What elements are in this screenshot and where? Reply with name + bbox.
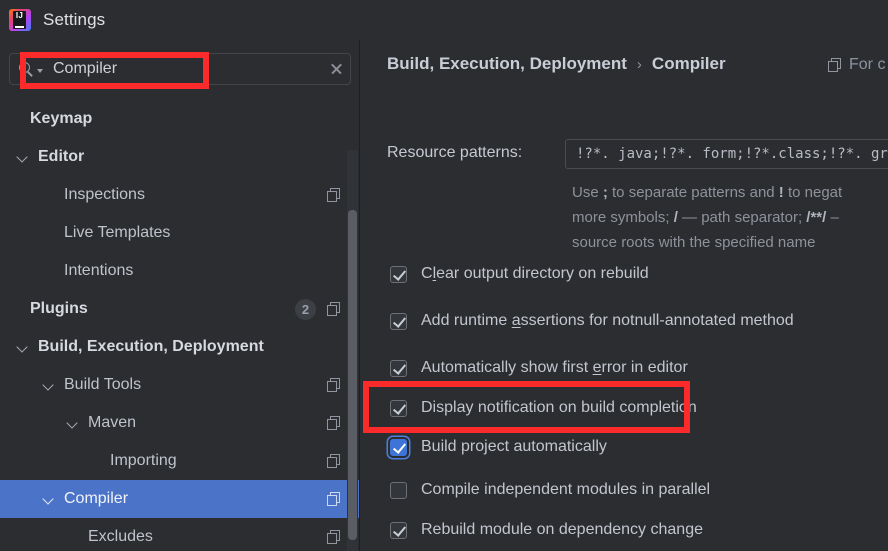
- sidebar-item-editor[interactable]: Editor: [0, 138, 360, 176]
- checkbox-row-build-project-automatically[interactable]: Build project automatically: [390, 438, 607, 456]
- settings-tree: Keymap Editor Inspections Live Templates Int…: [0, 100, 360, 551]
- scope-selector[interactable]: For c: [828, 56, 885, 74]
- copy-icon[interactable]: [327, 377, 342, 393]
- hint-line-2: more symbols; / — path separator; /**/ –: [572, 209, 839, 226]
- window-title: Settings: [43, 10, 106, 29]
- copy-icon[interactable]: [327, 453, 342, 469]
- resource-patterns-hint: Use ; to separate patterns and ! to nega…: [572, 180, 888, 255]
- sidebar-item-live-templates[interactable]: Live Templates: [0, 214, 360, 252]
- settings-window: IJ Settings Compiler Keymap Editor Inspect…: [0, 0, 888, 551]
- sidebar-item-badge: 2: [295, 298, 316, 320]
- checkbox-clear-output-directory-on[interactable]: [390, 265, 407, 283]
- sidebar-item-label: Excludes: [88, 528, 153, 545]
- checkbox-display-notification-on-build[interactable]: [390, 399, 407, 417]
- checkbox-row-clear-output-directory-on[interactable]: Clear output directory on rebuild: [390, 265, 649, 283]
- mnemonic-letter: e: [592, 359, 602, 376]
- breadcrumb: Build, Execution, Deployment › Compiler: [387, 54, 726, 74]
- sidebar-item-label: Plugins: [30, 300, 88, 317]
- sidebar-item-compiler[interactable]: Compiler: [0, 480, 360, 518]
- chevron-down-icon[interactable]: [16, 150, 30, 164]
- sidebar-item-importing[interactable]: Importing: [0, 442, 360, 480]
- close-icon[interactable]: [322, 54, 350, 84]
- settings-search-field[interactable]: Compiler: [9, 53, 351, 85]
- checkbox-row-compile-independent-modules-in[interactable]: Compile independent modules in parallel: [390, 481, 710, 499]
- sidebar-item-intentions[interactable]: Intentions: [0, 252, 360, 290]
- copy-icon[interactable]: [327, 187, 342, 203]
- chevron-down-icon[interactable]: [66, 416, 80, 430]
- sidebar-item-label: Build, Execution, Deployment: [38, 338, 264, 355]
- checkbox-row-automatically-show-first-error[interactable]: Automatically show first error in editor: [390, 359, 688, 377]
- copy-icon: [828, 57, 843, 73]
- search-icon[interactable]: [19, 61, 36, 78]
- resource-patterns-input[interactable]: !?*. java;!?*. form;!?*.class;!?*. gro: [565, 139, 888, 169]
- sidebar-item-build-tools[interactable]: Build Tools: [0, 366, 360, 404]
- resource-patterns-label: Resource patterns:: [387, 144, 523, 161]
- sidebar-item-keymap[interactable]: Keymap: [0, 100, 360, 138]
- breadcrumb-leaf: Compiler: [651, 54, 726, 73]
- sidebar-item-inspections[interactable]: Inspections: [0, 176, 360, 214]
- checkbox-rebuild-module-on-dependency[interactable]: [390, 521, 407, 539]
- search-input[interactable]: Compiler: [53, 60, 322, 78]
- sidebar-item-build-execution-deployment[interactable]: Build, Execution, Deployment: [0, 328, 360, 366]
- chevron-down-icon[interactable]: [37, 69, 43, 73]
- settings-sidebar: Compiler Keymap Editor Inspections Live Tem…: [0, 40, 360, 551]
- breadcrumb-root[interactable]: Build, Execution, Deployment: [387, 54, 627, 74]
- hint-line-3: source roots with the specified name: [572, 234, 816, 251]
- hint-line-1: Use ; to separate patterns and ! to nega…: [572, 184, 843, 201]
- checkbox-label: Rebuild module on dependency change: [421, 521, 703, 538]
- checkbox-build-project-automatically[interactable]: [390, 438, 407, 456]
- checkbox-label: Add runtime assertions for notnull-annot…: [421, 312, 794, 329]
- copy-icon[interactable]: [327, 529, 342, 545]
- copy-icon[interactable]: [327, 491, 342, 507]
- title-bar: IJ Settings: [0, 0, 888, 40]
- sidebar-item-label: Inspections: [64, 186, 145, 203]
- checkbox-label: Clear output directory on rebuild: [421, 265, 649, 282]
- copy-icon[interactable]: [327, 415, 342, 431]
- sidebar-item-label: Editor: [38, 148, 85, 165]
- resource-patterns-row: Resource patterns:: [387, 144, 522, 162]
- chevron-down-icon[interactable]: [16, 340, 30, 354]
- sidebar-item-label: Live Templates: [64, 224, 171, 241]
- chevron-down-icon[interactable]: [42, 492, 56, 506]
- copy-icon[interactable]: [327, 301, 342, 317]
- sidebar-item-maven[interactable]: Maven: [0, 404, 360, 442]
- sidebar-scrollbar-thumb[interactable]: [348, 210, 357, 540]
- scope-label: For c: [849, 56, 886, 73]
- checkbox-label: Compile independent modules in parallel: [421, 481, 711, 498]
- checkbox-label: Automatically show first error in editor: [421, 359, 688, 376]
- sidebar-item-excludes[interactable]: Excludes: [0, 518, 360, 551]
- chevron-down-icon[interactable]: [42, 378, 56, 392]
- sidebar-item-label: Intentions: [64, 262, 134, 279]
- checkbox-row-add-runtime-assertions-for[interactable]: Add runtime assertions for notnull-annot…: [390, 312, 794, 330]
- sidebar-item-label: Importing: [110, 452, 177, 469]
- breadcrumb-separator-icon: ›: [636, 55, 642, 73]
- mnemonic-letter: a: [511, 312, 521, 329]
- sidebar-item-label: Build Tools: [64, 376, 142, 393]
- checkbox-label: Build project automatically: [421, 438, 607, 455]
- checkbox-add-runtime-assertions-for[interactable]: [390, 312, 407, 330]
- sidebar-item-label: Maven: [88, 414, 137, 431]
- compiler-settings-panel: Build, Execution, Deployment › Compiler …: [360, 40, 888, 551]
- intellij-idea-logo-icon: IJ: [9, 9, 31, 31]
- checkbox-label: Display notification on build completion: [421, 399, 697, 416]
- sidebar-item-label: Compiler: [64, 490, 129, 507]
- sidebar-item-plugins[interactable]: Plugins 2: [0, 290, 360, 328]
- sidebar-item-label: Keymap: [30, 110, 93, 127]
- checkbox-automatically-show-first-error[interactable]: [390, 359, 407, 377]
- checkbox-row-rebuild-module-on-dependency[interactable]: Rebuild module on dependency change: [390, 521, 703, 539]
- checkbox-row-display-notification-on-build[interactable]: Display notification on build completion: [390, 399, 697, 417]
- checkbox-compile-independent-modules-in[interactable]: [390, 481, 407, 499]
